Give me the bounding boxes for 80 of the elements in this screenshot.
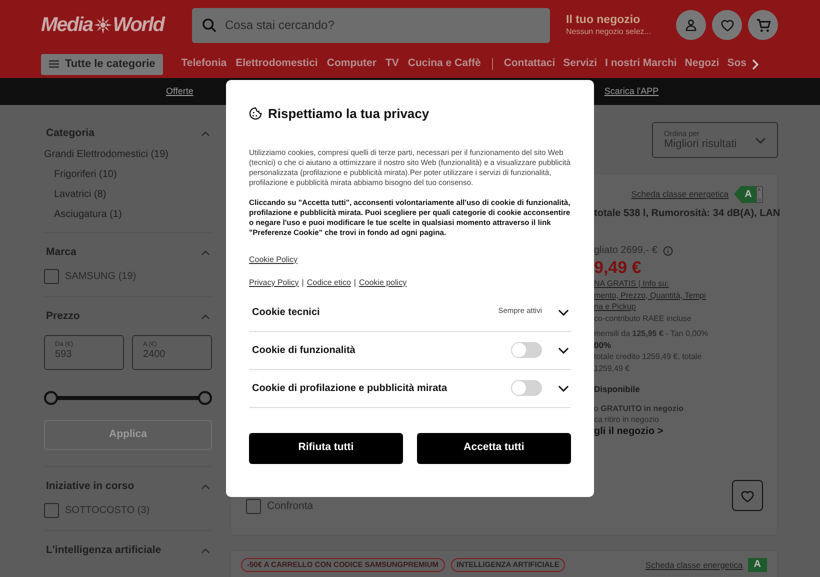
checkbox[interactable] (44, 503, 59, 518)
info-link[interactable]: NA GRATIS | Info su: (594, 278, 777, 290)
nav-link[interactable]: I nostri Marchi (605, 56, 677, 72)
user-icon (685, 19, 697, 31)
product-info: 00% (594, 340, 612, 351)
consent-button[interactable]: Accetta tutti (417, 432, 571, 464)
filter-heading[interactable]: Marca (46, 245, 76, 261)
cookie-category[interactable]: Cookie di profilazione e pubblicità mirata (252, 380, 448, 396)
category-link[interactable]: Asciugatura (1) (44, 210, 212, 220)
filter-heading[interactable]: Iniziative in corso (46, 479, 134, 495)
checkbox[interactable] (44, 269, 59, 284)
offers-link[interactable]: Offerte (166, 84, 194, 98)
filter-heading[interactable]: Prezzo (46, 309, 80, 325)
chevron-down-icon[interactable] (558, 384, 569, 392)
caret-up-icon (201, 548, 210, 554)
toggle-switch[interactable] (511, 380, 542, 396)
product-price: 9,49 € (594, 258, 642, 278)
nav-link[interactable]: TV (385, 56, 399, 72)
cart-icon (756, 18, 770, 32)
energy-label-link[interactable]: Scheda classe energetica (631, 188, 729, 201)
price-slider[interactable] (44, 391, 212, 405)
categories-button[interactable]: Tutte le categorie (41, 54, 164, 74)
checkbox[interactable] (246, 499, 261, 514)
toggle-switch[interactable] (511, 342, 542, 358)
nav-link[interactable]: Servizi (563, 56, 598, 72)
sunburst-icon (94, 16, 112, 34)
cart-button[interactable] (748, 10, 778, 40)
info-icon[interactable] (663, 246, 674, 256)
caret-up-icon (201, 314, 210, 320)
chevron-right-icon[interactable] (752, 58, 760, 70)
cookie-icon (249, 107, 262, 120)
cookie-category[interactable]: Cookie di funzionalità (252, 342, 356, 358)
nav-link[interactable]: Contattaci (504, 56, 556, 72)
wishlist-button[interactable] (712, 10, 742, 40)
caret-up-icon (201, 131, 210, 137)
cookie-policy-link[interactable]: Cookie Policy (249, 254, 298, 266)
filter-heading[interactable]: Categoria (46, 126, 94, 142)
category-link[interactable]: Frigoriferi (10) (44, 170, 212, 180)
policy-link[interactable]: Cookie policy (358, 276, 407, 288)
search-icon (202, 18, 217, 32)
product-info: Disponibile (594, 384, 641, 396)
info-link[interactable]: na e Pickup (594, 301, 777, 312)
nav-link[interactable]: Computer (326, 56, 376, 72)
filter-heading[interactable]: L'intelligenza artificiale (46, 543, 162, 559)
nav-link[interactable]: Sos (727, 56, 746, 72)
category-link[interactable]: Lavatrici (8) (44, 190, 212, 200)
store-link[interactable]: gli il negozio > (594, 426, 777, 438)
nav-link[interactable]: Telefonia (181, 56, 227, 72)
store-subtitle[interactable]: Nessun negozio selez... (566, 27, 674, 37)
energy-label-link[interactable]: Scheda classe energetica (645, 558, 743, 572)
heart-icon (740, 488, 755, 502)
chevron-down-icon[interactable] (558, 308, 569, 316)
info-link[interactable]: mento, Prezzo, Quantità, Tempi (594, 290, 777, 301)
menu-icon (49, 60, 59, 68)
nav-link[interactable]: Negozi (684, 56, 720, 72)
slider-thumb[interactable] (198, 391, 212, 405)
logo-text[interactable]: Media (41, 10, 93, 40)
wishlist-button[interactable] (732, 480, 763, 511)
dialog-title: Rispettiamo la tua privacy (268, 105, 430, 123)
logo-text[interactable]: World (112, 10, 164, 40)
cookie-category[interactable]: Cookie tecnici (252, 304, 320, 320)
store-title[interactable]: Il tuo negozio (566, 13, 674, 27)
category-link[interactable]: Grandi Elettrodomestici (19) (44, 150, 212, 160)
product-title: totale 538 l, Rumorosità: 34 dB(A), LAN (594, 207, 777, 221)
slider-thumb[interactable] (44, 391, 58, 405)
account-button[interactable] (676, 10, 706, 40)
chevron-down-icon[interactable] (558, 346, 569, 354)
link-separator: | (302, 276, 304, 288)
caret-up-icon (201, 250, 210, 256)
app-link[interactable]: Scarica l'APP (604, 84, 659, 98)
nav-link[interactable]: Elettrodomestici (236, 56, 318, 72)
heart-icon (720, 18, 734, 32)
policy-link[interactable]: Codice etico (306, 276, 351, 288)
link-separator: | (354, 276, 356, 288)
energy-badge: A (748, 558, 767, 572)
consent-button[interactable]: Rifiuta tutti (249, 432, 403, 464)
policy-link[interactable]: Privacy Policy (249, 276, 299, 288)
caret-up-icon (201, 484, 210, 490)
nav-link[interactable]: Cucina e Caffè (408, 56, 481, 72)
search-field[interactable]: Cosa stai cercando? (192, 8, 550, 42)
